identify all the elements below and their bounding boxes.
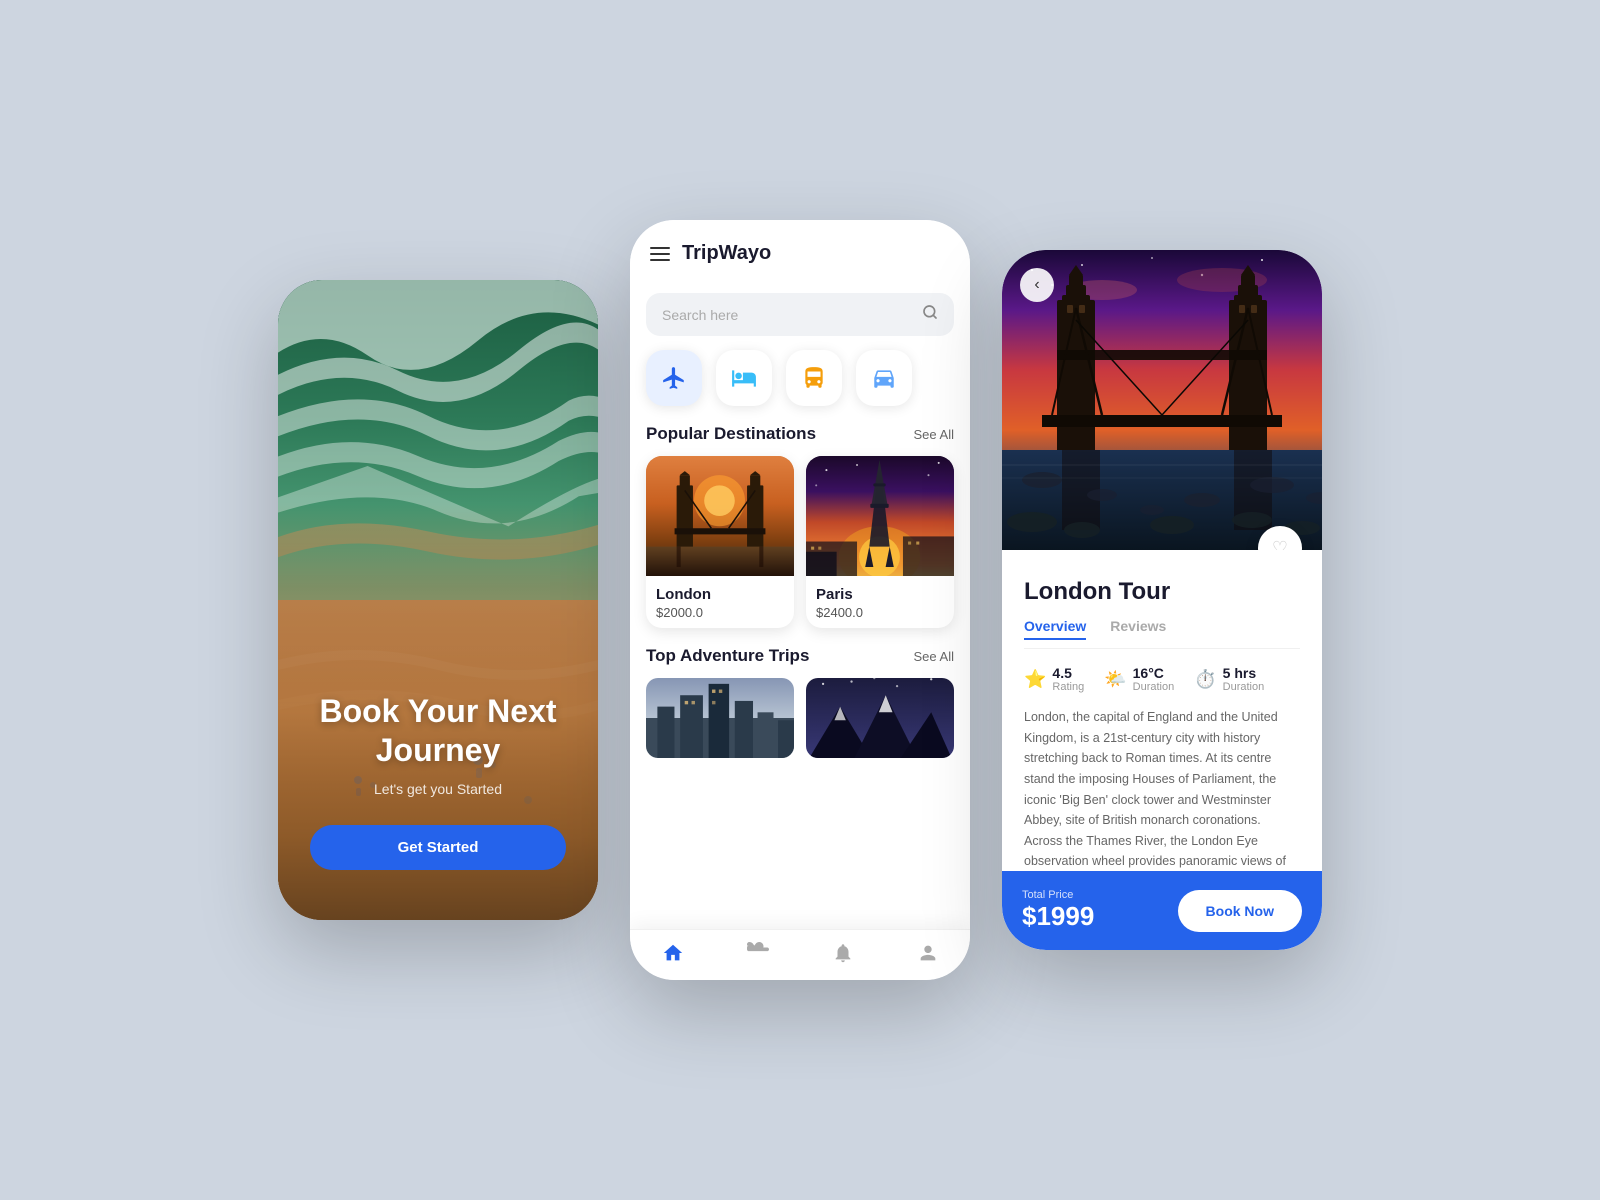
stat-duration: ⏱️ 5 hrs Duration <box>1194 665 1264 693</box>
star-icon: ⭐ <box>1024 669 1046 690</box>
stat-temperature: 🌤️ 16°C Duration <box>1104 665 1174 693</box>
menu-button[interactable] <box>650 247 670 261</box>
rating-value: 4.5 <box>1052 665 1084 681</box>
category-car[interactable] <box>856 350 912 406</box>
search-bar[interactable]: Search here <box>646 293 954 336</box>
rating-label: Rating <box>1052 681 1084 693</box>
temp-label: Duration <box>1133 681 1175 693</box>
adventure-title: Top Adventure Trips <box>646 646 809 666</box>
splash-background: Book Your Next Journey Let's get you Sta… <box>278 280 598 920</box>
adventure-card-2[interactable] <box>806 678 954 758</box>
london-card[interactable]: London $2000.0 <box>646 456 794 628</box>
detail-tabs: Overview Reviews <box>1024 618 1300 649</box>
bus-icon-bg <box>786 350 842 406</box>
splash-screen: Book Your Next Journey Let's get you Sta… <box>278 280 598 920</box>
nav-notifications[interactable] <box>800 942 885 964</box>
category-flight[interactable] <box>646 350 702 406</box>
clock-icon: ⏱️ <box>1194 669 1216 690</box>
hamburger-line-2 <box>650 253 670 255</box>
london-name: London <box>656 586 784 603</box>
app-header: TripWayo <box>630 220 970 279</box>
adventure-preview <box>646 678 954 758</box>
adventure-section-header: Top Adventure Trips See All <box>646 646 954 666</box>
paris-price: $2400.0 <box>816 605 944 620</box>
hamburger-line-3 <box>650 259 670 261</box>
category-row <box>646 350 954 406</box>
duration-value: 5 hrs <box>1223 665 1265 681</box>
booking-bar: Total Price $1999 Book Now <box>1002 871 1322 950</box>
weather-icon: 🌤️ <box>1104 669 1126 690</box>
splash-subtitle: Let's get you Started <box>374 781 502 797</box>
detail-title: London Tour <box>1024 578 1300 606</box>
hotel-icon-bg <box>716 350 772 406</box>
duration-label: Duration <box>1223 681 1265 693</box>
popular-section-header: Popular Destinations See All <box>646 424 954 444</box>
duration-info: 5 hrs Duration <box>1223 665 1265 693</box>
popular-title: Popular Destinations <box>646 424 816 444</box>
paris-card-info: Paris $2400.0 <box>806 576 954 628</box>
london-card-info: London $2000.0 <box>646 576 794 628</box>
temp-value: 16°C <box>1133 665 1175 681</box>
detail-stats: ⭐ 4.5 Rating 🌤️ 16°C Duration ⏱️ 5 hrs <box>1024 665 1300 693</box>
rating-info: 4.5 Rating <box>1052 665 1084 693</box>
tab-overview[interactable]: Overview <box>1024 618 1086 640</box>
temp-info: 16°C Duration <box>1133 665 1175 693</box>
adventure-see-all[interactable]: See All <box>914 649 954 664</box>
splash-content: Book Your Next Journey Let's get you Sta… <box>278 652 598 920</box>
stat-rating: ⭐ 4.5 Rating <box>1024 665 1084 693</box>
price-section: Total Price $1999 <box>1022 889 1094 932</box>
book-now-button[interactable]: Book Now <box>1178 890 1302 932</box>
car-icon-bg <box>856 350 912 406</box>
main-content: Search here <box>630 279 970 929</box>
detail-screen: ‹ ♡ London Tour Overview Reviews ⭐ 4.5 R… <box>1002 250 1322 950</box>
popular-see-all[interactable]: See All <box>914 427 954 442</box>
flight-icon-bg <box>646 350 702 406</box>
price-label: Total Price <box>1022 889 1094 901</box>
price-value: $1999 <box>1022 901 1094 932</box>
splash-title: Book Your Next Journey <box>310 692 566 769</box>
nav-home[interactable] <box>630 942 715 964</box>
london-price: $2000.0 <box>656 605 784 620</box>
category-bus[interactable] <box>786 350 842 406</box>
detail-hero: ‹ ♡ <box>1002 250 1322 550</box>
destination-cards: London $2000.0 <box>646 456 954 628</box>
bottom-navigation <box>630 929 970 980</box>
paris-card[interactable]: Paris $2400.0 <box>806 456 954 628</box>
nav-trips[interactable] <box>715 942 800 964</box>
paris-name: Paris <box>816 586 944 603</box>
nav-profile[interactable] <box>885 942 970 964</box>
app-name-label: TripWayo <box>682 242 771 265</box>
back-button[interactable]: ‹ <box>1020 268 1054 302</box>
hamburger-line-1 <box>650 247 670 249</box>
tab-reviews[interactable]: Reviews <box>1110 618 1166 640</box>
search-icon <box>922 304 938 325</box>
main-screen: TripWayo Search here <box>630 220 970 980</box>
adventure-card-1[interactable] <box>646 678 794 758</box>
london-card-image <box>646 456 794 576</box>
paris-card-image <box>806 456 954 576</box>
category-hotel[interactable] <box>716 350 772 406</box>
get-started-button[interactable]: Get Started <box>310 825 566 870</box>
search-placeholder-text: Search here <box>662 307 912 323</box>
